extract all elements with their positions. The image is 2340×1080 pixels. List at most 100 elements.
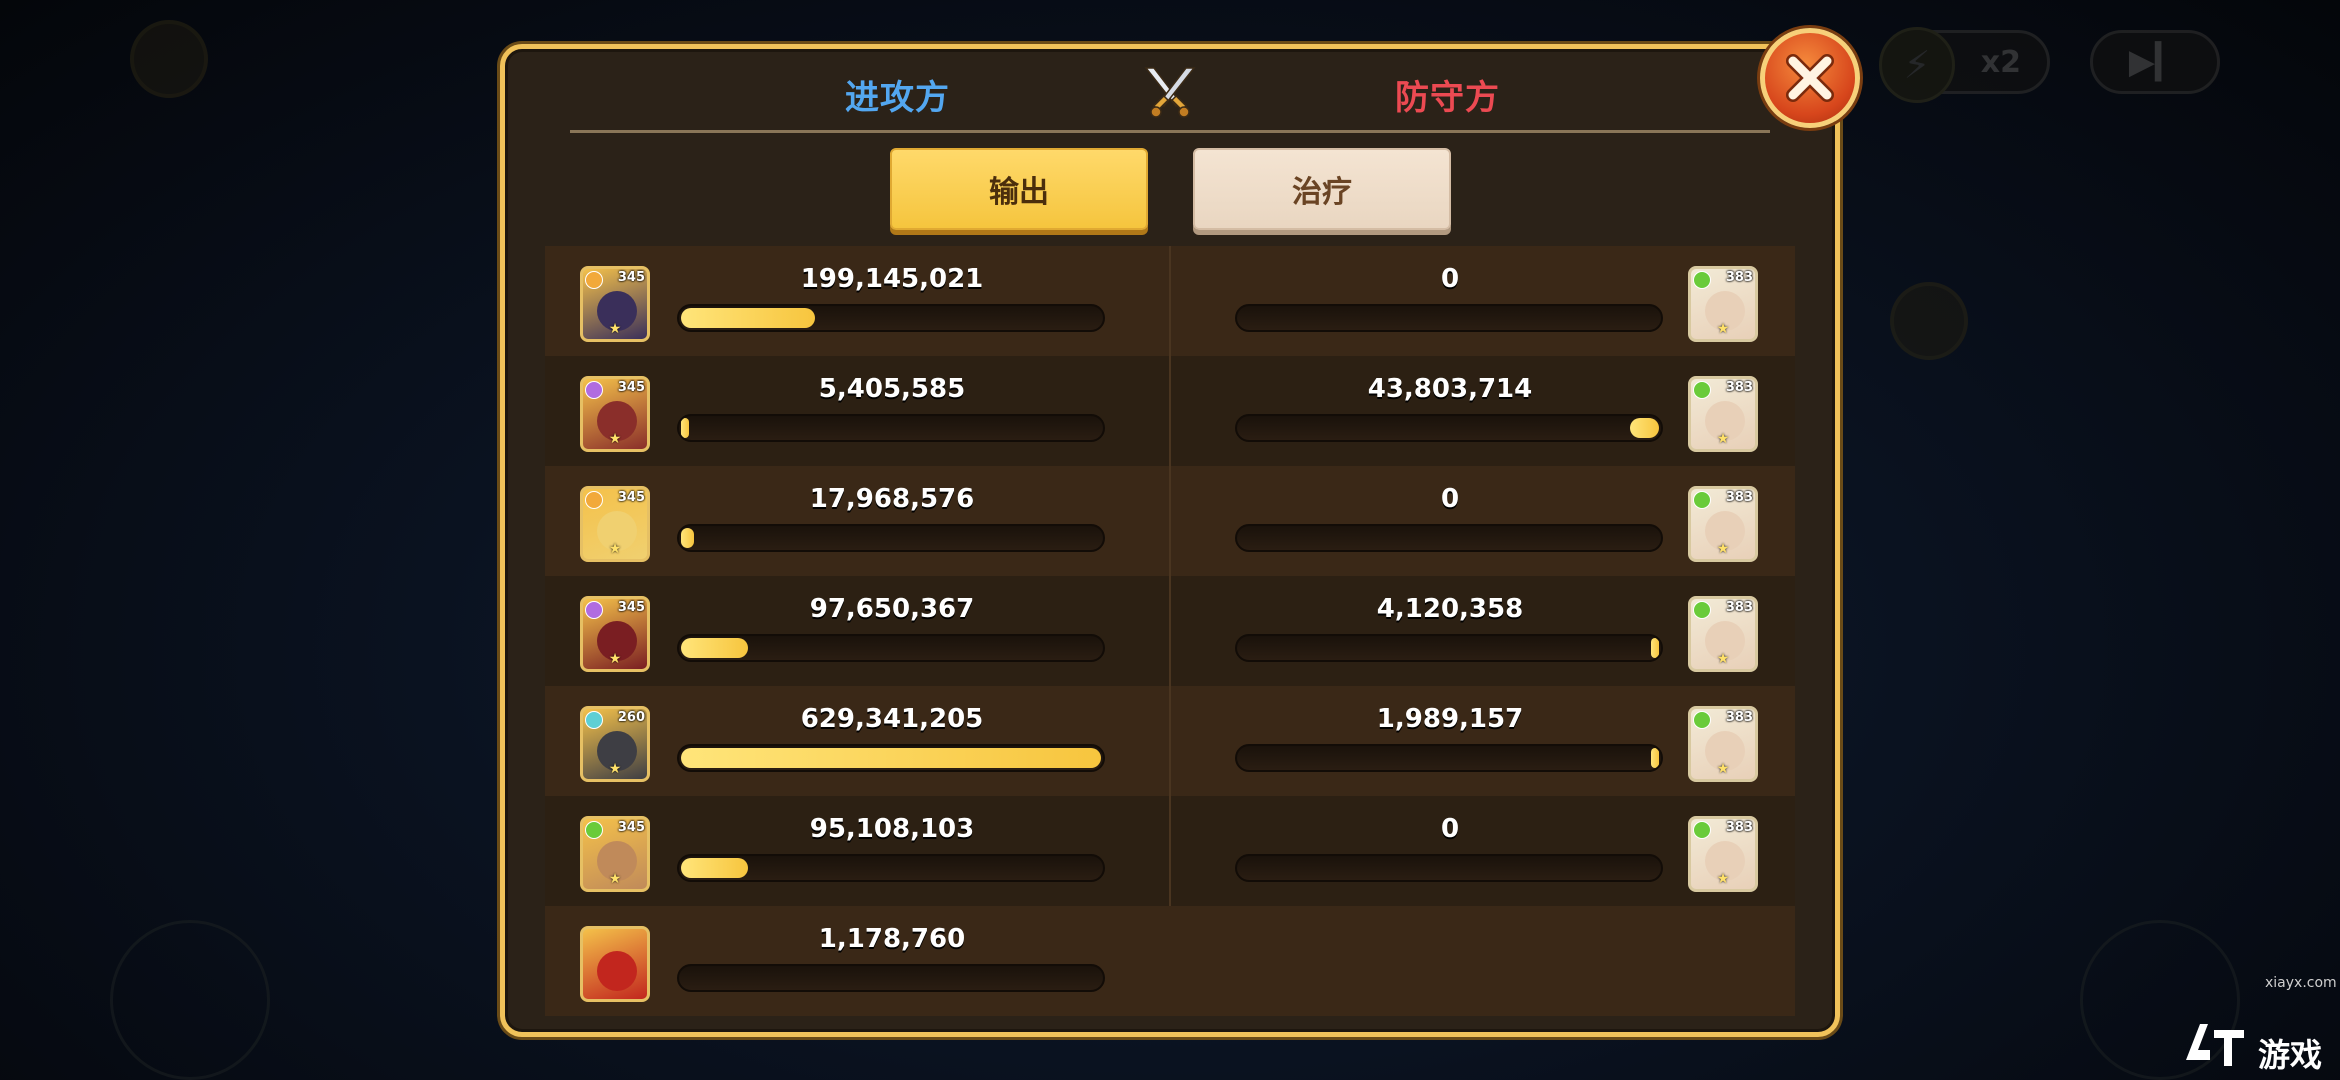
defender-damage-bar [1235,634,1663,662]
damage-bar-fill [681,638,748,658]
hero-level: 345 [617,490,645,505]
damage-bar-fill [681,748,1101,768]
skill-ring-left [110,920,270,1080]
hero-level: 345 [617,270,645,285]
hero-level: 383 [1725,490,1753,505]
skip-button[interactable]: ▶▎ [2090,30,2220,94]
defender-hero-avatar[interactable]: 383 ★ [1688,376,1758,452]
attacker-damage-value: 97,650,367 [809,594,975,624]
game-screen: ⚡ x2 ▶▎ 进攻方 防守方 输出 治疗 345 ★ 199,145,021 383… [0,0,2340,1080]
defender-damage-value: 0 [1440,814,1460,844]
attacker-damage-value: 629,341,205 [800,704,984,734]
star-icon: ★ [1716,541,1730,557]
attacker-damage-bar [677,524,1105,552]
attacker-damage-value: 199,145,021 [800,264,984,294]
hero-level: 383 [1725,600,1753,615]
star-icon: ★ [608,651,622,667]
attacker-hero-avatar[interactable]: 260 ★ [580,706,650,782]
element-icon [1693,381,1711,399]
hero-level: 345 [617,380,645,395]
element-icon [585,491,603,509]
watermark-text: 游戏 [2258,1036,2323,1074]
damage-bar-fill [1651,638,1659,658]
hero-portrait [597,951,637,991]
defender-damage-bar [1235,414,1663,442]
star-icon: ★ [608,431,622,447]
speed-label: x2 [1980,44,2021,80]
defender-hero-avatar[interactable]: 383 ★ [1688,266,1758,342]
star-icon: ★ [608,541,622,557]
attacker-hero-avatar[interactable] [580,926,650,1002]
defender-hero-avatar[interactable]: 383 ★ [1688,596,1758,672]
defender-hero-avatar[interactable]: 383 ★ [1688,706,1758,782]
attacker-damage-bar [677,854,1105,882]
watermark-url: xiayx.com [2265,975,2337,991]
star-icon: ★ [1716,321,1730,337]
defender-hero-avatar[interactable]: 383 ★ [1688,816,1758,892]
attacker-damage-bar [677,304,1105,332]
header-divider [570,130,1770,133]
element-icon [585,601,603,619]
lightning-icon: ⚡ [1879,27,1955,103]
element-icon [1693,821,1711,839]
attacker-damage-bar [677,414,1105,442]
hero-level: 260 [617,710,645,725]
defender-damage-value: 0 [1440,264,1460,294]
element-icon [1693,601,1711,619]
damage-bar-fill [681,308,815,328]
attacker-damage-value: 1,178,760 [818,924,966,954]
hero-level: 383 [1725,710,1753,725]
hero-level: 345 [617,820,645,835]
defender-hero-avatar[interactable]: 383 ★ [1688,486,1758,562]
attacker-damage-bar [677,744,1105,772]
defender-damage-value: 4,120,358 [1376,594,1524,624]
element-icon [1693,491,1711,509]
element-icon [585,711,603,729]
attacker-damage-value: 95,108,103 [809,814,975,844]
element-icon [1693,271,1711,289]
defender-damage-value: 1,989,157 [1376,704,1524,734]
element-icon [585,381,603,399]
speed-button[interactable]: ⚡ x2 [1879,27,2050,103]
damage-bar-fill [681,858,748,878]
element-icon [585,271,603,289]
attacker-hero-avatar[interactable]: 345 ★ [580,596,650,672]
star-icon: ★ [1716,431,1730,447]
element-icon [585,821,603,839]
defender-damage-value: 0 [1440,484,1460,514]
hero-level: 383 [1725,270,1753,285]
damage-bar-fill [1630,418,1659,438]
attacker-hero-avatar[interactable]: 345 ★ [580,816,650,892]
attacker-damage-value: 17,968,576 [809,484,975,514]
attacker-hero-avatar[interactable]: 345 ★ [580,486,650,562]
damage-bar-fill [681,418,689,438]
hero-level: 345 [617,600,645,615]
defender-damage-bar [1235,524,1663,552]
attacker-damage-value: 5,405,585 [818,374,966,404]
crossed-swords-icon [1144,67,1196,118]
defender-damage-bar [1235,744,1663,772]
column-divider [1169,246,1171,906]
element-icon [1693,711,1711,729]
tab-output[interactable]: 输出 [890,148,1148,230]
tab-healing[interactable]: 治疗 [1193,148,1451,230]
hero-level: 383 [1725,820,1753,835]
skip-icon: ▶▎ [2128,42,2182,82]
defender-title: 防守方 [1395,78,1500,118]
attacker-damage-bar [677,634,1105,662]
attacker-hero-avatar[interactable]: 345 ★ [580,376,650,452]
star-icon: ★ [608,761,622,777]
star-icon: ★ [1716,871,1730,887]
list-button-bg[interactable] [1890,282,1968,360]
close-icon [1786,54,1834,102]
damage-bar-fill [1651,748,1659,768]
attacker-hero-avatar[interactable]: 345 ★ [580,266,650,342]
star-icon: ★ [1716,651,1730,667]
star-icon: ★ [608,871,622,887]
damage-bar-fill [681,528,694,548]
defender-damage-bar [1235,854,1663,882]
close-button[interactable] [1760,28,1860,128]
defender-damage-bar [1235,304,1663,332]
hero-level: 383 [1725,380,1753,395]
menu-button-bg[interactable] [130,20,208,98]
